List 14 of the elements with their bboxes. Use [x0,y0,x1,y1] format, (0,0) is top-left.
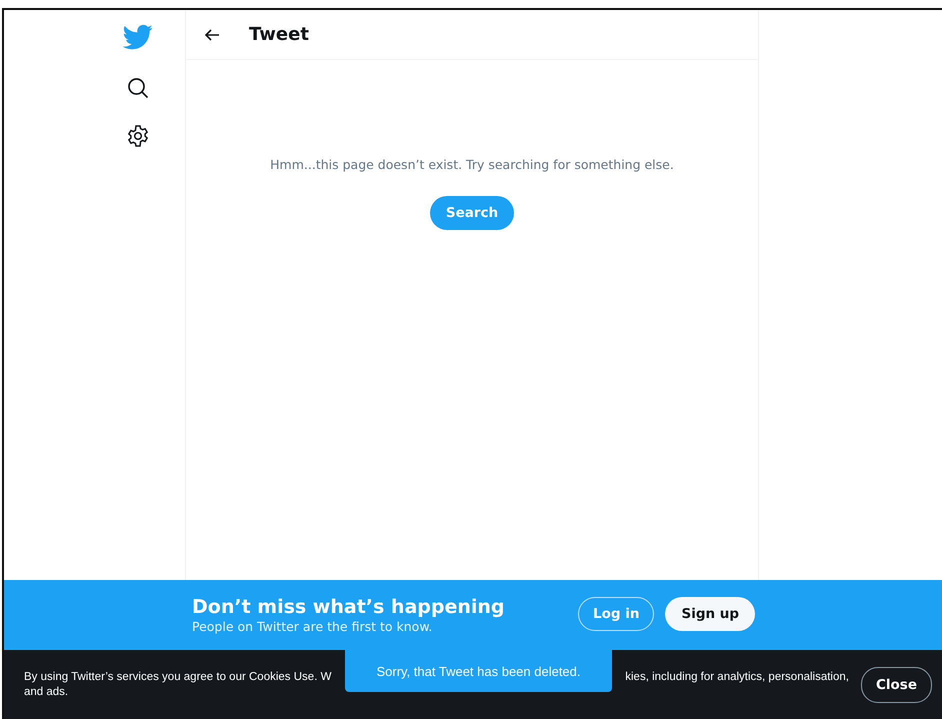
cookie-text: kies, including for analytics, personalisation, [625,670,849,684]
toast-message: Sorry, that Tweet has been deleted. [345,650,612,692]
cookie-text: By using Twitter’s services you agree to our Cookies Use. W [24,670,332,684]
banner-title: Don’t miss what’s happening [192,596,506,618]
bird-icon[interactable] [123,22,153,52]
page-title: Tweet [249,24,309,45]
banner-subtitle: People on Twitter are the first to know. [192,619,434,634]
close-button[interactable]: Close [860,666,932,702]
cookie-text: and ads. [24,684,68,700]
error-message: Hmm...this page doesn’t exist. Try searching for something else. [270,157,674,172]
search-icon[interactable] [126,76,150,100]
settings-icon[interactable] [126,124,150,148]
back-arrow-icon[interactable] [204,28,220,40]
signup-button[interactable]: Sign up [665,597,756,631]
